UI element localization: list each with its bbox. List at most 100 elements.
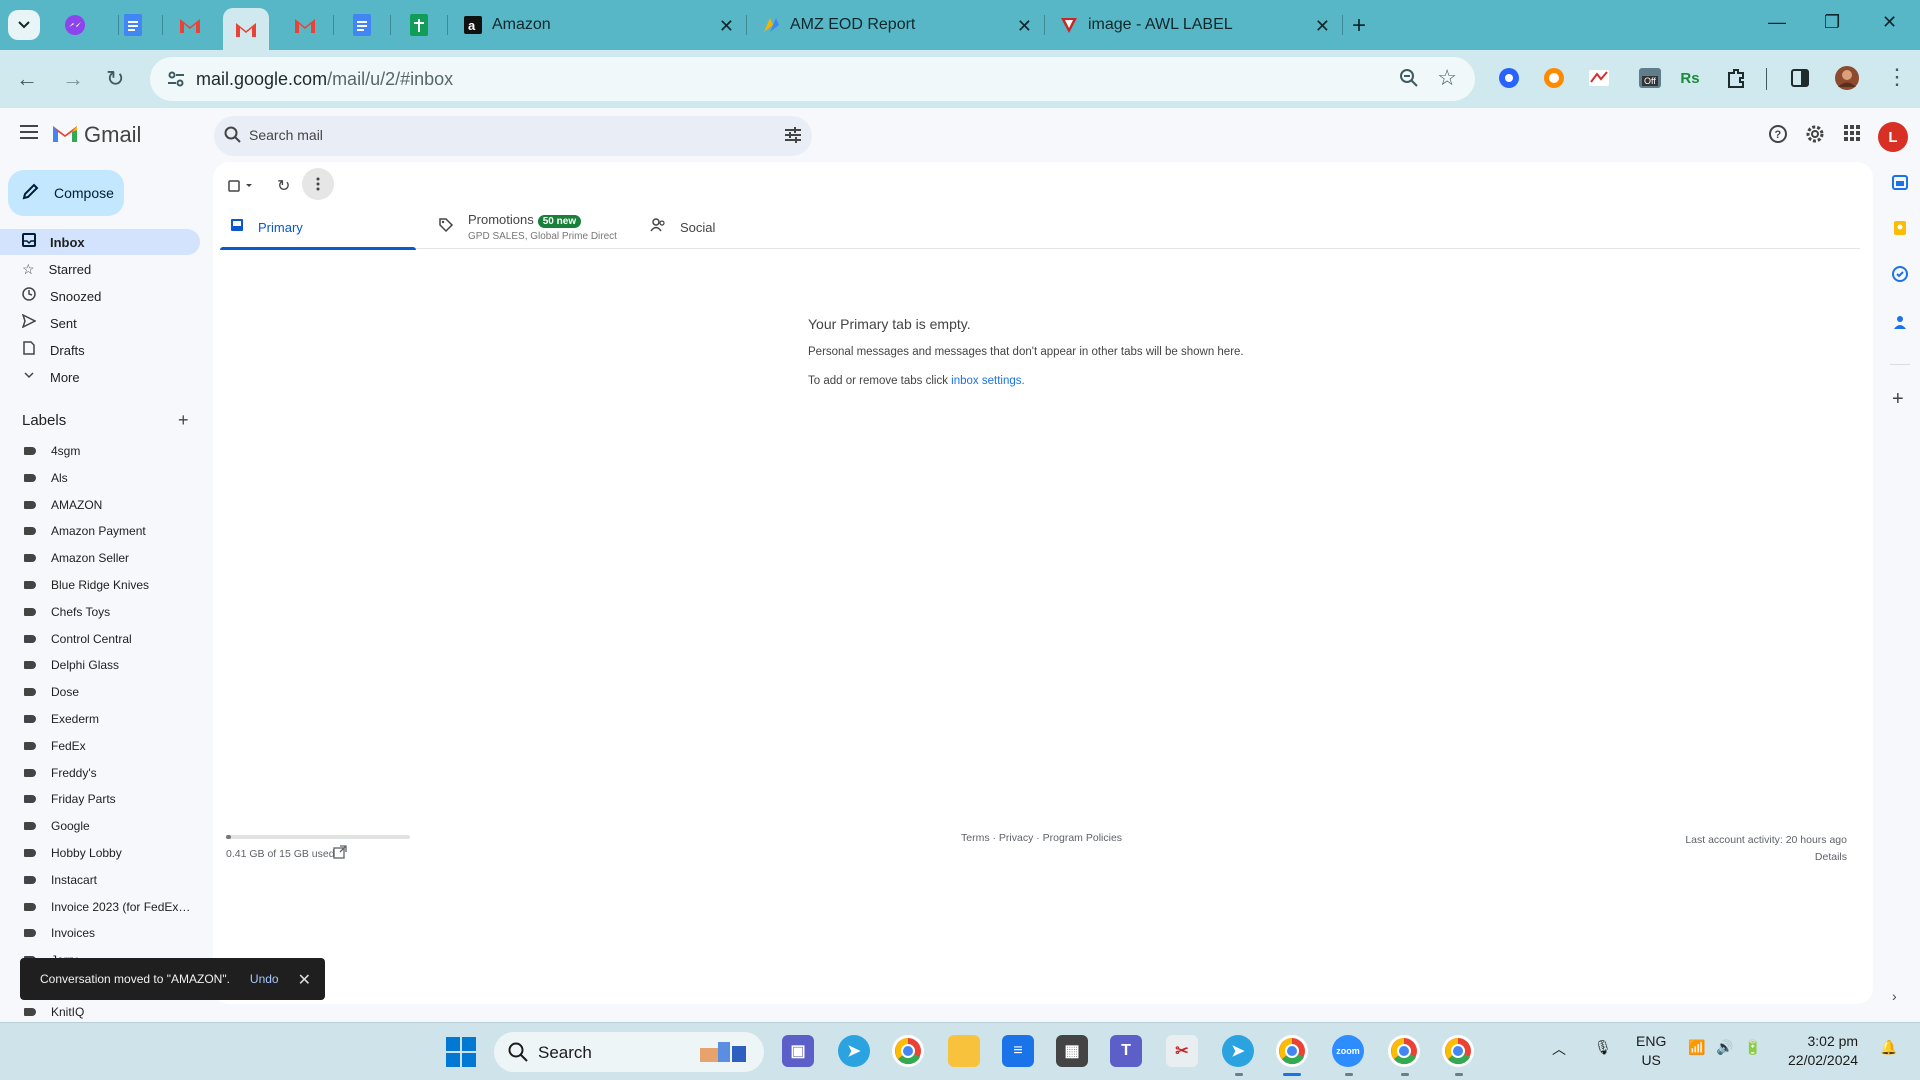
sidebar-item-drafts[interactable]: Drafts	[0, 337, 200, 363]
zoom-icon[interactable]	[1399, 68, 1419, 93]
label-item[interactable]: Freddy's	[0, 762, 200, 784]
docs-pinned-tab-2[interactable]	[339, 8, 385, 42]
open-in-new-icon[interactable]	[333, 845, 347, 864]
sidebar-item-starred[interactable]: ☆ Starred	[0, 256, 200, 282]
label-item[interactable]: Control Central	[0, 628, 200, 650]
browser-tab-amz-eod[interactable]: AMZ EOD Report ✕	[750, 8, 1042, 42]
telegram-app-icon[interactable]: ➤	[838, 1035, 870, 1067]
label-item[interactable]: AMAZON	[0, 494, 200, 516]
new-tab-icon[interactable]: +	[1352, 12, 1366, 40]
undo-button[interactable]: Undo	[250, 972, 279, 986]
taskbar-search[interactable]: Search	[494, 1032, 764, 1072]
label-item[interactable]: Als	[0, 467, 200, 489]
label-item[interactable]: Friday Parts	[0, 788, 200, 810]
file-explorer-icon[interactable]	[948, 1035, 980, 1067]
hide-panel-chevron-icon[interactable]: ›	[1892, 988, 1897, 1004]
chrome-app-icon[interactable]	[892, 1035, 924, 1067]
calculator-app-icon[interactable]: ▦	[1056, 1035, 1088, 1067]
profile-avatar-icon[interactable]	[1833, 64, 1861, 92]
calendar-icon[interactable]	[1892, 174, 1908, 195]
microphone-icon[interactable]: 🎙	[1594, 1039, 1612, 1056]
chrome-profile-l-icon[interactable]	[1442, 1035, 1474, 1067]
teams-app-icon[interactable]: T	[1110, 1035, 1142, 1067]
snipping-tool-icon[interactable]: ✂	[1166, 1035, 1198, 1067]
extension-icon-1[interactable]	[1495, 64, 1523, 92]
close-tab-icon[interactable]: ✕	[719, 16, 734, 37]
system-clock[interactable]: 3:02 pm 22/02/2024	[1788, 1032, 1858, 1070]
label-item[interactable]: Instacart	[0, 869, 200, 891]
messenger-pinned-tab[interactable]	[52, 8, 98, 42]
close-tab-icon[interactable]: ✕	[1017, 16, 1032, 37]
chrome-menu-icon[interactable]: ⋮	[1886, 64, 1908, 90]
label-item[interactable]: Blue Ridge Knives	[0, 574, 200, 596]
gmail-pinned-tab-1[interactable]	[167, 8, 213, 42]
label-item[interactable]: Dose	[0, 681, 200, 703]
battery-icon[interactable]: 🔋	[1744, 1039, 1761, 1056]
label-item[interactable]: Exederm	[0, 708, 200, 730]
side-panel-icon[interactable]	[1786, 64, 1814, 92]
label-item[interactable]: Google	[0, 815, 200, 837]
apps-grid-icon[interactable]	[1843, 124, 1861, 147]
label-item[interactable]: Chefs Toys	[0, 601, 200, 623]
extension-icon-rs[interactable]: Rs	[1676, 64, 1704, 92]
close-tab-icon[interactable]: ✕	[1315, 16, 1330, 37]
extension-icon-2[interactable]	[1540, 64, 1568, 92]
account-avatar[interactable]: L	[1878, 122, 1908, 152]
extension-icon-3[interactable]	[1585, 64, 1613, 92]
close-snackbar-icon[interactable]: ✕	[298, 970, 311, 990]
extension-icon-off[interactable]: Off	[1636, 64, 1664, 92]
label-item[interactable]: KnitIQ	[0, 1001, 200, 1023]
back-icon[interactable]: ←	[16, 66, 38, 92]
bookmark-star-icon[interactable]: ☆	[1437, 65, 1457, 91]
label-item[interactable]: Invoices	[0, 922, 200, 944]
gmail-pinned-tab-2[interactable]	[282, 8, 328, 42]
contacts-icon[interactable]	[1892, 314, 1908, 335]
compose-button[interactable]: Compose	[8, 170, 124, 216]
gmail-pinned-tab-active[interactable]	[223, 8, 269, 50]
show-hidden-icons-chevron-icon[interactable]: ︿	[1552, 1039, 1566, 1059]
sidebar-item-sent[interactable]: Sent	[0, 310, 200, 336]
keep-icon[interactable]	[1892, 220, 1908, 241]
tab-primary[interactable]: Primary	[220, 206, 416, 250]
wifi-icon[interactable]: 📶	[1688, 1039, 1705, 1056]
input-language-indicator[interactable]: ENG US	[1636, 1032, 1666, 1070]
activity-details-link[interactable]: Details	[1685, 849, 1847, 866]
forward-icon[interactable]: →	[62, 66, 84, 92]
inbox-settings-link[interactable]: inbox settings	[951, 375, 1021, 387]
windows-start-icon[interactable]	[446, 1037, 476, 1072]
chrome-profile-app-icon-active[interactable]	[1276, 1035, 1308, 1067]
site-settings-icon[interactable]	[166, 69, 186, 94]
sidebar-item-inbox[interactable]: Inbox	[0, 229, 200, 255]
main-menu-icon[interactable]	[20, 124, 40, 145]
reload-icon[interactable]: ↻	[106, 66, 124, 92]
label-item[interactable]: 4sgm	[0, 440, 200, 462]
search-icon[interactable]	[224, 126, 242, 149]
refresh-icon[interactable]: ↻	[277, 176, 290, 196]
telegram-app-icon-2[interactable]: ➤	[1222, 1035, 1254, 1067]
get-addons-icon[interactable]: +	[1892, 388, 1904, 411]
settings-gear-icon[interactable]	[1805, 124, 1825, 149]
zoom-app-icon[interactable]: zoom	[1332, 1035, 1364, 1067]
select-all-checkbox[interactable]	[228, 179, 256, 197]
browser-tab-awl[interactable]: image - AWL LABEL ✕	[1048, 8, 1340, 42]
volume-icon[interactable]: 🔊	[1716, 1039, 1733, 1056]
add-label-icon[interactable]: +	[178, 410, 189, 431]
browser-tab-amazon[interactable]: a Amazon ✕	[452, 8, 744, 42]
sidebar-item-snoozed[interactable]: Snoozed	[0, 283, 200, 309]
label-item[interactable]: Invoice 2023 (for FedEx ...	[0, 896, 200, 918]
help-icon[interactable]: ?	[1768, 124, 1788, 149]
search-mail-input[interactable]: Search mail	[214, 116, 812, 156]
sidebar-item-more[interactable]: More	[0, 364, 200, 390]
restore-icon[interactable]: ❐	[1824, 12, 1840, 33]
label-item[interactable]: FedEx	[0, 735, 200, 757]
tab-promotions[interactable]: Promotions 50 new GPD SALES, Global Prime…	[438, 206, 634, 249]
tab-social[interactable]: Social	[650, 206, 846, 249]
label-item[interactable]: Amazon Payment	[0, 520, 200, 542]
address-bar[interactable]: mail.google.com/mail/u/2/#inbox ☆	[150, 57, 1475, 101]
notepad-app-icon[interactable]: ≡	[1002, 1035, 1034, 1067]
footer-links[interactable]: Terms · Privacy · Program Policies	[961, 832, 1122, 844]
search-options-icon[interactable]	[784, 126, 802, 149]
sheets-pinned-tab[interactable]	[396, 8, 442, 42]
chrome-profile-j-icon[interactable]	[1388, 1035, 1420, 1067]
window-close-icon[interactable]: ✕	[1882, 12, 1897, 33]
